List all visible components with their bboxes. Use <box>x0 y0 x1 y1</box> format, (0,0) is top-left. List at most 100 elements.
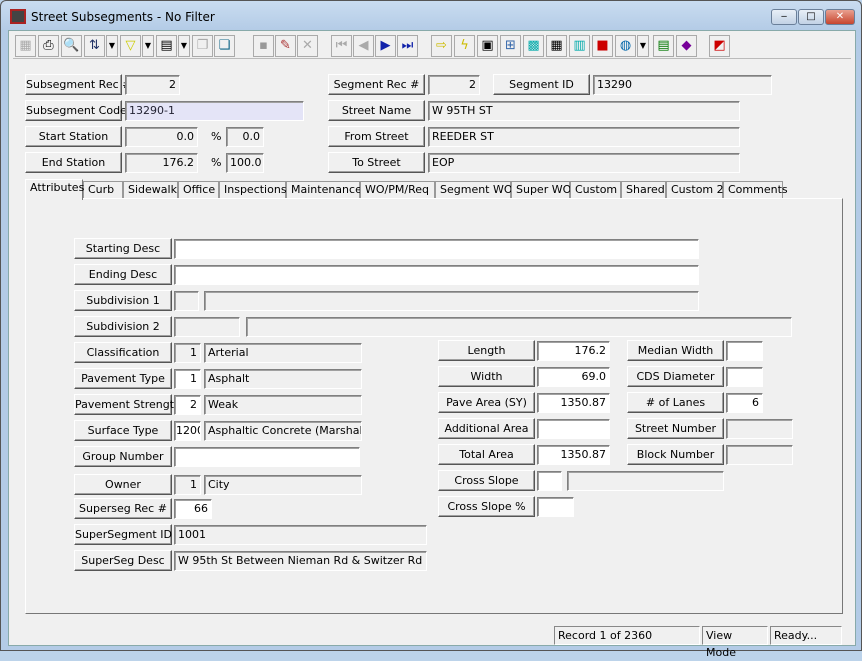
filter-icon[interactable]: ▽ <box>120 35 141 57</box>
toolbox-icon[interactable]: ■ <box>592 35 613 57</box>
goto-icon[interactable]: ⇨ <box>431 35 452 57</box>
dropdown-arrow[interactable]: ▼ <box>178 35 190 57</box>
superseg-desc-button[interactable]: SuperSeg Desc <box>74 550 172 571</box>
cross-slope-code[interactable] <box>537 471 562 491</box>
tab-comments[interactable]: Comments <box>723 181 788 199</box>
cds-diameter-field[interactable] <box>726 367 763 387</box>
dropdown-arrow[interactable]: ▼ <box>637 35 649 57</box>
globe-icon[interactable]: ◍ <box>615 35 636 57</box>
superseg-rec-field[interactable]: 66 <box>174 499 212 519</box>
tab-custom-2[interactable]: Custom 2 <box>666 181 724 199</box>
subsegment-code-button[interactable]: Subsegment Code <box>25 100 127 121</box>
subdivision-2-button[interactable]: Subdivision 2 <box>74 316 172 337</box>
segment-id-button[interactable]: Segment ID <box>493 74 590 95</box>
starting-desc-field[interactable] <box>174 239 699 259</box>
end-station-button[interactable]: End Station <box>25 152 122 173</box>
grid-icon[interactable]: ▦ <box>15 35 36 57</box>
book-icon[interactable]: ◆ <box>676 35 697 57</box>
ending-desc-field[interactable] <box>174 265 699 285</box>
pavement-strength-button[interactable]: Pavement Strength <box>74 394 181 415</box>
cross-slope-pct-field[interactable] <box>537 497 574 517</box>
edit-icon[interactable]: ✎ <box>275 35 296 57</box>
width-button[interactable]: Width <box>438 366 535 387</box>
preview-icon[interactable]: 🔍 <box>61 35 82 57</box>
additional-area-button[interactable]: Additional Area <box>438 418 535 439</box>
surface-type-button[interactable]: Surface Type <box>74 420 172 441</box>
report-icon[interactable]: ▤ <box>156 35 177 57</box>
tab-custom[interactable]: Custom <box>570 181 621 199</box>
pavement-type-code[interactable]: 1 <box>174 369 201 389</box>
group-number-field[interactable] <box>174 447 360 467</box>
pavement-strength-code[interactable]: 2 <box>174 395 201 415</box>
median-width-button[interactable]: Median Width <box>627 340 724 361</box>
street-number-button[interactable]: Street Number <box>627 418 724 439</box>
tab-super-wo[interactable]: Super WO <box>511 181 571 199</box>
copy-icon[interactable]: ❐ <box>192 35 213 57</box>
next-record-icon[interactable]: ▶ <box>375 35 396 57</box>
dropdown-arrow[interactable]: ▼ <box>142 35 154 57</box>
photo-icon[interactable]: ▩ <box>523 35 544 57</box>
chart-icon[interactable]: ▥ <box>569 35 590 57</box>
cds-diameter-button[interactable]: CDS Diameter <box>627 366 724 387</box>
exit-icon[interactable]: ◩ <box>709 35 730 57</box>
tab-wo-pm-req[interactable]: WO/PM/Req <box>360 181 435 199</box>
total-area-field[interactable]: 1350.87 <box>537 445 610 465</box>
superseg-rec-button[interactable]: Superseg Rec # <box>74 498 172 519</box>
from-street-button[interactable]: From Street <box>328 126 425 147</box>
calculator-icon[interactable]: ▦ <box>546 35 567 57</box>
cross-slope-pct-button[interactable]: Cross Slope % <box>438 496 535 517</box>
last-record-icon[interactable]: ⏭ <box>397 35 418 57</box>
spreadsheet-icon[interactable]: ▤ <box>653 35 674 57</box>
subsegment-rec-button[interactable]: Subsegment Rec # <box>25 74 131 95</box>
street-name-button[interactable]: Street Name <box>328 100 425 121</box>
tab-segment-wo[interactable]: Segment WO <box>435 181 513 199</box>
classification-button[interactable]: Classification <box>74 342 172 363</box>
export-icon[interactable]: ❏ <box>214 35 235 57</box>
tab-inspections[interactable]: Inspections <box>219 181 287 199</box>
start-station-button[interactable]: Start Station <box>25 126 122 147</box>
lanes-field[interactable]: 6 <box>726 393 763 413</box>
length-button[interactable]: Length <box>438 340 535 361</box>
tab-maintenance[interactable]: Maintenance <box>286 181 362 199</box>
starting-desc-button[interactable]: Starting Desc <box>74 238 172 259</box>
pave-area-button[interactable]: Pave Area (SY) <box>438 392 535 413</box>
median-width-field[interactable] <box>726 341 763 361</box>
tab-office[interactable]: Office <box>178 181 219 199</box>
close-button[interactable]: ✕ <box>825 9 855 25</box>
total-area-button[interactable]: Total Area <box>438 444 535 465</box>
lightning-icon[interactable]: ϟ <box>454 35 475 57</box>
sort-icon[interactable]: ⇅ <box>84 35 105 57</box>
maximize-button[interactable]: □ <box>798 9 824 25</box>
cross-slope-button[interactable]: Cross Slope <box>438 470 535 491</box>
owner-button[interactable]: Owner <box>74 474 172 495</box>
pavement-type-button[interactable]: Pavement Type <box>74 368 172 389</box>
segment-rec-button[interactable]: Segment Rec # <box>328 74 425 95</box>
print-icon[interactable]: ⎙ <box>38 35 59 57</box>
tab-attributes[interactable]: Attributes <box>25 179 84 200</box>
tab-shared[interactable]: Shared <box>621 181 666 199</box>
subdivision-1-button[interactable]: Subdivision 1 <box>74 290 172 311</box>
dropdown-arrow[interactable]: ▼ <box>106 35 118 57</box>
additional-area-field[interactable] <box>537 419 610 439</box>
prev-record-icon[interactable]: ◀ <box>353 35 374 57</box>
subsegment-code-field[interactable]: 13290-1 <box>125 101 304 121</box>
save-icon[interactable]: ▪ <box>253 35 274 57</box>
delete-icon[interactable]: ✕ <box>297 35 318 57</box>
ending-desc-button[interactable]: Ending Desc <box>74 264 172 285</box>
end-station-field: 176.2 <box>125 153 198 173</box>
minimize-button[interactable]: ‒ <box>771 9 797 25</box>
width-field[interactable]: 69.0 <box>537 367 610 387</box>
supersegment-id-button[interactable]: SuperSegment ID <box>74 524 172 545</box>
length-field[interactable]: 176.2 <box>537 341 610 361</box>
first-record-icon[interactable]: ⏮ <box>331 35 352 57</box>
tab-sidewalk[interactable]: Sidewalk <box>123 181 178 199</box>
block-number-button[interactable]: Block Number <box>627 444 724 465</box>
map-icon[interactable]: ▣ <box>477 35 498 57</box>
pave-area-field[interactable]: 1350.87 <box>537 393 610 413</box>
tree-icon[interactable]: ⊞ <box>500 35 521 57</box>
to-street-button[interactable]: To Street <box>328 152 425 173</box>
group-number-button[interactable]: Group Number <box>74 446 172 467</box>
lanes-button[interactable]: # of Lanes <box>627 392 724 413</box>
surface-type-code[interactable]: 1200 <box>174 421 201 441</box>
tab-curb[interactable]: Curb <box>83 181 123 199</box>
